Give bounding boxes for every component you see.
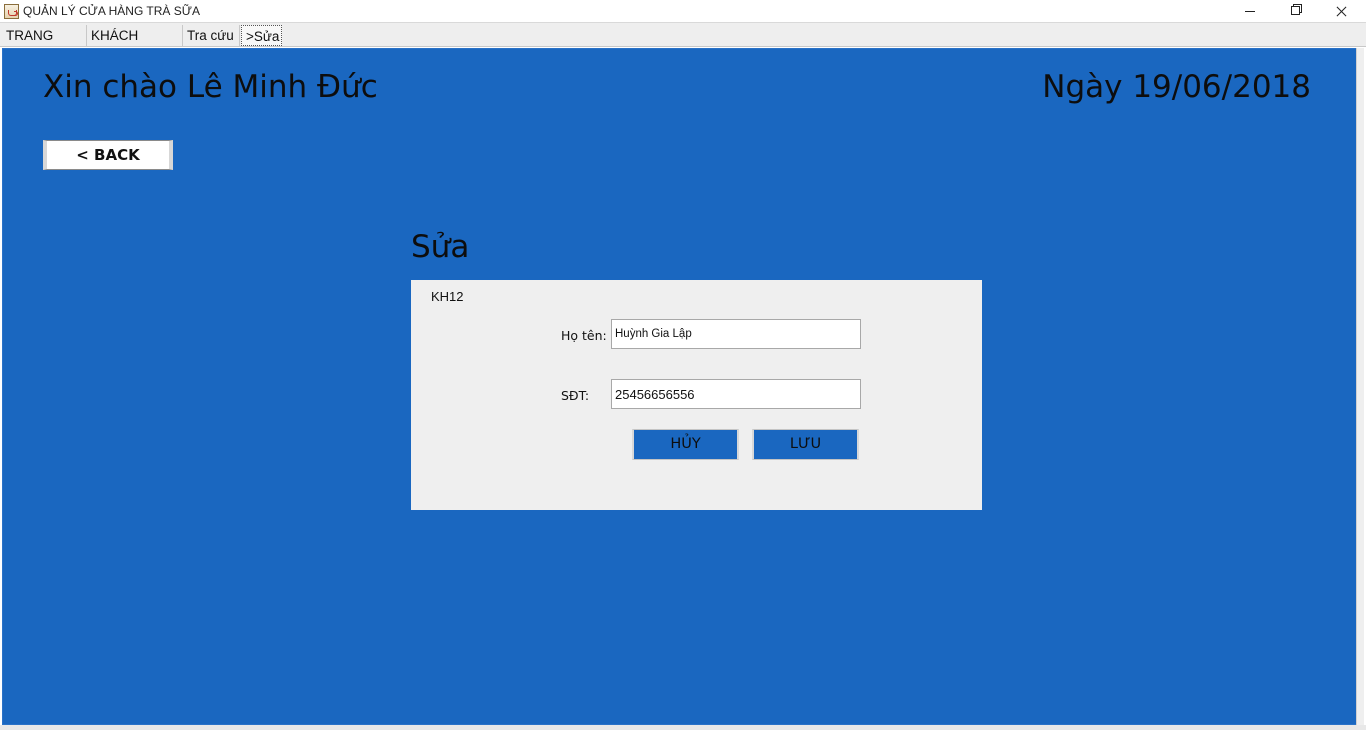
date-text: Ngày 19/06/2018 (1042, 69, 1311, 105)
tab-trang-chu[interactable]: TRANG CHỦ (2, 25, 87, 64)
main-panel: Xin chào Lê Minh Đức Ngày 19/06/2018 < B… (2, 48, 1364, 725)
minimize-icon (1245, 11, 1255, 12)
greeting-text: Xin chào Lê Minh Đức (43, 69, 378, 105)
edit-customer-form: KH12 Họ tên: SĐT: HỦY LƯU (411, 280, 982, 510)
minimize-button[interactable] (1226, 0, 1272, 22)
tab-bar: TRANG CHỦ KHÁCH HÀNG Tra cứu >Sửa (0, 23, 1366, 64)
name-input[interactable] (611, 319, 861, 349)
window-bottom-border (0, 725, 1366, 730)
window-title-bar: QUẢN LÝ CỬA HÀNG TRÀ SỮA (0, 0, 1366, 23)
java-coffee-cup-icon (4, 4, 19, 19)
tab-khach-hang[interactable]: KHÁCH HÀNG (87, 25, 183, 64)
window-title: QUẢN LÝ CỬA HÀNG TRÀ SỮA (23, 4, 200, 18)
close-button[interactable] (1318, 0, 1364, 22)
back-button[interactable]: < BACK (43, 140, 173, 170)
tab-sua[interactable]: >Sửa (241, 25, 282, 46)
cancel-button[interactable]: HỦY (632, 429, 739, 460)
save-button[interactable]: LƯU (752, 429, 859, 460)
page-title: Sửa (411, 229, 470, 265)
vertical-scrollbar[interactable] (1356, 48, 1364, 725)
phone-input[interactable] (611, 379, 861, 409)
restore-icon (1291, 6, 1300, 15)
tab-tra-cuu[interactable]: Tra cứu (183, 25, 240, 46)
customer-id: KH12 (431, 289, 464, 304)
restore-button[interactable] (1272, 0, 1318, 22)
name-label: Họ tên: (561, 328, 607, 343)
phone-label: SĐT: (561, 388, 590, 403)
